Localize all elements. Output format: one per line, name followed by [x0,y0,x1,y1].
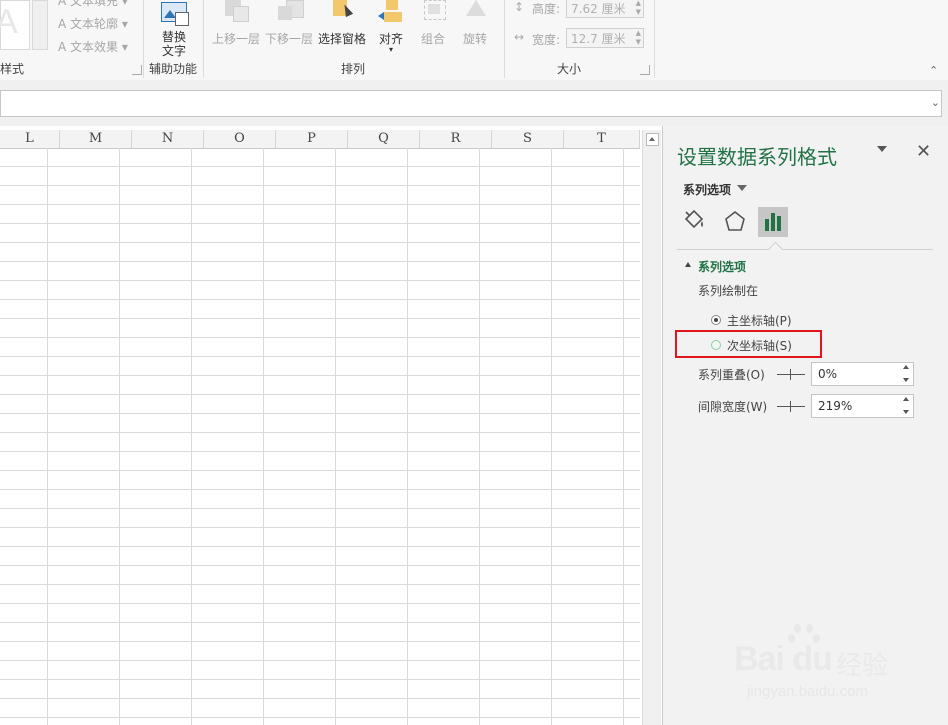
series-options-section-header[interactable]: 系列选项 [698,258,746,275]
bring-forward-icon [221,0,251,26]
collapse-section-icon[interactable] [685,262,691,267]
align-icon [376,0,406,26]
text-outline-icon: A [58,17,67,31]
accessibility-group-label: 辅助功能 [149,62,198,76]
send-backward-icon [274,0,304,26]
column-header-m[interactable]: M [60,130,132,148]
ribbon-separator [143,0,144,78]
rotate-icon [460,0,490,26]
ribbon: A A 文本填充 ▾ A 文本轮廓 ▾ A 文本效果 ▾ 样式 替换 文字 辅助… [0,0,948,81]
spin-down-icon[interactable] [903,410,909,414]
fill-line-tab[interactable] [680,207,710,237]
height-label: 高度: [532,2,561,16]
pentagon-icon [725,210,745,231]
primary-axis-label[interactable]: 主坐标轴(P) [727,312,792,329]
gap-width-slider[interactable] [777,401,805,412]
vertical-scrollbar[interactable] [642,130,661,725]
effects-tab[interactable] [720,207,750,237]
series-options-dropdown[interactable]: 系列选项 [683,181,731,198]
ribbon-separator [654,0,655,78]
alt-text-icon [159,2,189,28]
watermark-cn: 经验 [836,651,889,681]
size-group-label: 大小 [557,62,582,76]
series-overlap-input[interactable]: 0% [811,362,914,386]
formula-bar-input[interactable] [0,90,942,117]
gap-width-label: 间隙宽度(W) [698,400,768,414]
series-options-tab[interactable] [758,207,788,237]
text-effects-button[interactable]: A 文本效果 ▾ [58,38,128,55]
width-label: 宽度: [532,33,561,47]
chevron-down-icon[interactable] [737,185,747,191]
spinner-arrows-icon[interactable]: ▲ ▼ [636,29,641,47]
pane-options-arrow-icon[interactable] [877,146,887,152]
spin-up-icon[interactable] [903,365,909,369]
column-header-q[interactable]: Q [348,130,420,148]
selection-pane-button[interactable]: 选择窗格 [316,0,368,46]
column-header-r[interactable]: R [420,130,492,148]
wordart-styles-group-label: 样式 [0,62,25,76]
width-spinner[interactable]: 12.7 厘米 ▲ ▼ [566,28,644,48]
spinner-arrows-icon[interactable]: ▲ ▼ [636,0,641,17]
cell-grid[interactable] [0,148,640,725]
height-icon: ↕ [514,0,525,14]
column-header-p[interactable]: P [276,130,348,148]
text-effects-icon: A [58,40,67,54]
align-dropdown-arrow-icon: ▾ [388,45,393,54]
series-overlap-label: 系列重叠(O) [698,368,765,382]
width-icon: ↔ [514,30,525,44]
wordart-scroll[interactable] [32,0,48,50]
text-outline-button[interactable]: A 文本轮廓 ▾ [58,15,128,32]
column-header-t[interactable]: T [564,130,640,148]
watermark-url: jingyan.baidu.com [747,683,868,700]
close-icon[interactable]: ✕ [916,141,931,162]
tab-divider [677,249,933,250]
bar-chart-icon [765,213,781,231]
selection-pane-icon [327,0,357,26]
highlight-box [675,330,822,358]
scroll-up-icon[interactable] [646,133,659,146]
primary-axis-radio[interactable] [711,315,721,325]
wordart-letter: A [0,3,18,41]
gap-width-input[interactable]: 219% [811,394,914,418]
size-dialog-launcher[interactable] [640,65,650,75]
wordart-preview[interactable]: A [0,0,30,50]
collapse-ribbon-icon[interactable]: ⌃ [929,64,938,77]
send-backward-button[interactable]: 下移一层 [263,0,315,46]
ribbon-separator [203,0,204,78]
bring-forward-button[interactable]: 上移一层 [210,0,262,46]
text-fill-button[interactable]: A 文本填充 ▾ [58,0,128,9]
expand-formula-bar-icon[interactable]: ⌄ [931,96,940,109]
ribbon-separator [504,0,505,78]
plot-series-on-label: 系列绘制在 [698,284,759,298]
paint-bucket-icon [684,209,704,229]
column-header-o[interactable]: O [204,130,276,148]
watermark-paw-icon [788,624,822,658]
text-fill-icon: A [58,0,67,8]
series-overlap-slider[interactable] [777,369,805,380]
column-headers: L M N O P Q R S T [0,130,640,149]
spin-down-icon[interactable] [903,378,909,382]
group-icon [418,0,448,26]
pane-title: 设置数据系列格式 [677,145,837,169]
alt-text-button[interactable]: 替换 文字 [148,2,200,58]
column-header-l[interactable]: L [0,130,60,148]
wordart-dialog-launcher[interactable] [132,65,142,75]
arrange-group-label: 排列 [341,62,366,76]
height-spinner[interactable]: 7.62 厘米 ▲ ▼ [566,0,644,18]
rotate-button[interactable]: 旋转 [449,0,501,46]
spin-up-icon[interactable] [903,397,909,401]
column-header-s[interactable]: S [492,130,564,148]
column-header-n[interactable]: N [132,130,204,148]
